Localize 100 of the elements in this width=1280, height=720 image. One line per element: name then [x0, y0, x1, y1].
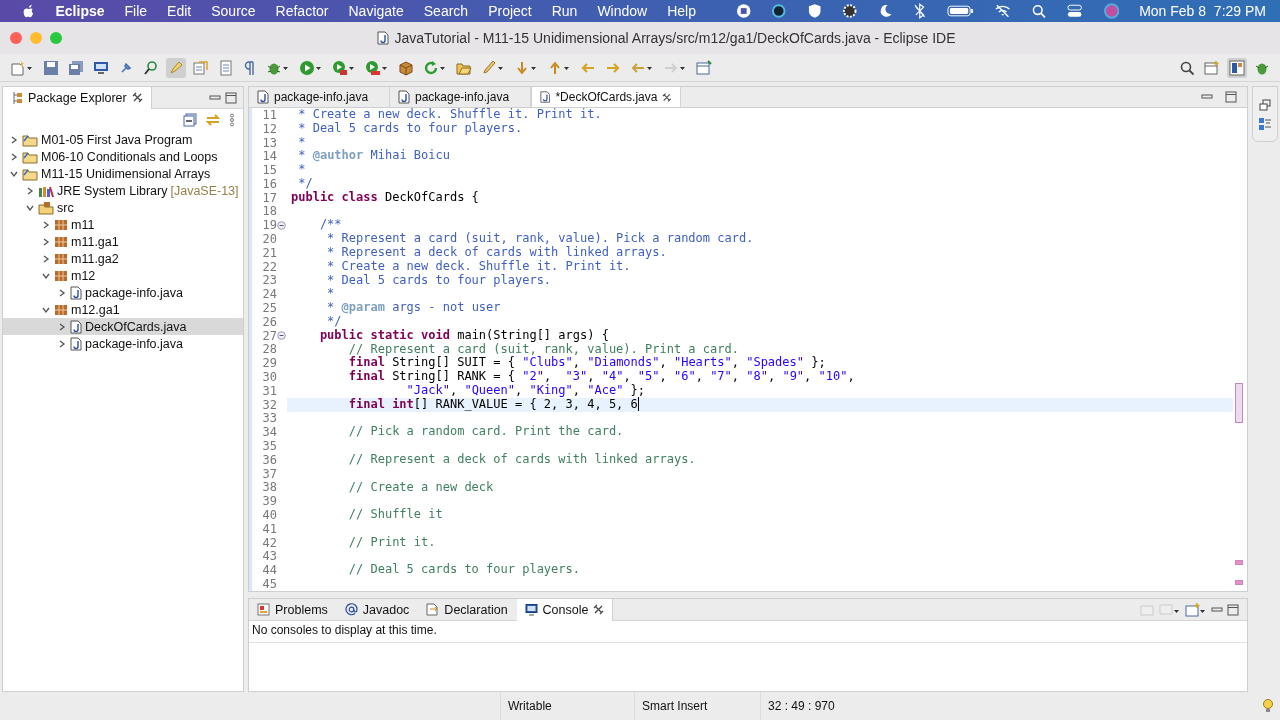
external-tools-icon[interactable] — [365, 59, 389, 76]
chevron-right-icon[interactable] — [41, 219, 51, 230]
editor-tab[interactable]: *DeckOfCards.java — [531, 87, 681, 107]
chevron-right-icon[interactable] — [41, 253, 51, 264]
scrollbar-thumb[interactable] — [1235, 383, 1243, 423]
brush-icon[interactable] — [481, 59, 505, 76]
menu-item[interactable]: Project — [488, 3, 532, 19]
tree-item[interactable]: package-info.java — [3, 335, 243, 352]
code-line[interactable]: * — [287, 135, 1233, 150]
menu-bar-clock[interactable]: Mon Feb 8 7:29 PM — [1139, 3, 1266, 19]
search-icon[interactable] — [1030, 3, 1047, 19]
code-line[interactable]: // Represent a card (suit, rank, value). Print a card. — [287, 342, 1233, 357]
new-window-icon[interactable] — [696, 59, 712, 76]
code-line[interactable]: * Deal 5 cards to four players. — [287, 121, 1233, 136]
panel-tab[interactable]: Javadoc — [336, 598, 419, 621]
close-icon[interactable] — [593, 604, 605, 615]
code-line[interactable]: // Print it. — [287, 535, 1233, 550]
maximize-icon[interactable] — [1225, 91, 1237, 103]
code-line[interactable]: * Create a new deck. Shuffle it. Print it. — [287, 259, 1233, 274]
save-icon[interactable] — [43, 59, 59, 76]
tree-item[interactable]: m11 — [3, 216, 243, 233]
arrow-down-icon[interactable] — [514, 59, 538, 76]
code-line[interactable]: public class DeckOfCards { — [287, 190, 1233, 205]
close-icon[interactable] — [662, 91, 672, 103]
lightbulb-icon[interactable] — [1262, 698, 1274, 714]
arrow-up-icon[interactable] — [547, 59, 571, 76]
collapse-fold-icon[interactable] — [277, 331, 286, 341]
ring-icon[interactable] — [771, 3, 787, 19]
chevron-right-icon[interactable] — [57, 338, 67, 349]
new-file-icon[interactable] — [10, 59, 34, 76]
code-line[interactable]: * @author Mihai Boicu — [287, 149, 1233, 164]
menu-item[interactable]: Window — [597, 3, 648, 19]
code-line[interactable]: // Pick a random card. Print the card. — [287, 425, 1233, 440]
annotation-marker[interactable] — [1235, 580, 1243, 585]
code-line[interactable]: /** — [287, 218, 1233, 233]
view-tab[interactable]: Package Explorer — [3, 86, 152, 109]
tree-item[interactable]: m12 — [3, 267, 243, 284]
code-line[interactable]: * Deal 5 cards to four players. — [287, 273, 1233, 288]
code-line[interactable]: * @param args - not user — [287, 301, 1233, 315]
code-line[interactable]: * — [287, 163, 1233, 177]
chevron-right-icon[interactable] — [9, 151, 19, 162]
menu-item[interactable]: Edit — [167, 3, 192, 19]
menu-item[interactable]: Search — [423, 3, 469, 19]
menu-item[interactable]: File — [124, 3, 148, 19]
menu-item[interactable]: Help — [667, 3, 696, 19]
panel-tab[interactable]: Declaration — [418, 598, 517, 621]
wifi-off-icon[interactable] — [993, 3, 1011, 19]
tree-item[interactable]: JRE System Library [JavaSE-13] — [3, 182, 243, 199]
tree-item[interactable]: m11.ga1 — [3, 233, 243, 250]
collapse-fold-icon[interactable] — [277, 220, 286, 230]
app-menu[interactable]: Eclipse — [55, 3, 105, 19]
chevron-right-icon[interactable] — [57, 287, 67, 298]
code-line[interactable]: // Deal 5 cards to four players. — [287, 563, 1233, 578]
search-icon[interactable] — [1179, 59, 1195, 76]
code-line[interactable]: * Represent a deck of cards with linked arrays. — [287, 245, 1233, 260]
tree-item[interactable]: src — [3, 199, 243, 216]
save-all-icon[interactable] — [68, 59, 84, 76]
tree-item[interactable]: M11-15 Unidimensional Arrays — [3, 165, 243, 182]
code-line[interactable]: "Jack", "Queen", "King", "Ace" }; — [287, 383, 1233, 398]
kebab-menu-icon[interactable] — [229, 113, 235, 127]
apple-logo-icon[interactable] — [22, 3, 36, 19]
tree-item[interactable]: M01-05 First Java Program — [3, 131, 243, 148]
menu-item[interactable]: Navigate — [348, 3, 404, 19]
collapse-all-icon[interactable] — [183, 113, 197, 127]
maximize-icon[interactable] — [225, 91, 237, 104]
code-line[interactable]: * Create a new deck. Shuffle it. Print it. — [287, 108, 1233, 122]
menu-item[interactable]: Run — [551, 3, 578, 19]
gear-icon[interactable] — [842, 3, 858, 19]
code-line[interactable]: // Represent a deck of cards with linked arrays. — [287, 452, 1233, 467]
open-perspective-icon[interactable] — [1204, 59, 1220, 76]
key-search-icon[interactable] — [143, 59, 159, 76]
chevron-right-icon[interactable] — [25, 185, 35, 196]
refresh-icon[interactable] — [423, 59, 447, 76]
code-line[interactable]: // Shuffle it — [287, 508, 1233, 522]
panel-tab[interactable]: Console — [516, 598, 614, 621]
code-line[interactable]: */ — [287, 177, 1233, 191]
outline-icon[interactable] — [1258, 117, 1272, 131]
chevron-right-icon[interactable] — [57, 321, 67, 332]
code-line[interactable]: final String[] SUIT = { "Clubs", "Diamonds", "Hearts", "Spades" }; — [287, 356, 1233, 371]
menu-item[interactable]: Source — [211, 3, 256, 19]
code-line[interactable]: * — [287, 287, 1233, 302]
toggles-icon[interactable] — [1066, 3, 1084, 19]
restore-icon[interactable] — [1259, 99, 1271, 111]
tree-item[interactable]: m11.ga2 — [3, 250, 243, 267]
open-console-icon[interactable] — [1185, 602, 1207, 617]
code-line[interactable]: * Represent a card (suit, rank, value). Pick a random card. — [287, 232, 1233, 246]
bluetooth-off-icon[interactable] — [913, 3, 927, 19]
menu-item[interactable]: Refactor — [275, 3, 329, 19]
pilcrow-icon[interactable] — [243, 59, 257, 76]
code-line[interactable]: final String[] RANK = { "2", "3", "4", "5", "6", "7", "8", "9", "10", — [287, 370, 1233, 384]
run-with-icon[interactable] — [332, 59, 356, 76]
tree-item[interactable]: m12.ga1 — [3, 301, 243, 318]
java-perspective-icon[interactable] — [1229, 59, 1245, 76]
package-box-icon[interactable] — [398, 59, 414, 76]
tree-item[interactable]: M06-10 Conditionals and Loops — [3, 148, 243, 165]
run-icon[interactable] — [299, 59, 323, 76]
maximize-icon[interactable] — [1227, 603, 1239, 616]
code-line[interactable]: // Create a new deck — [287, 480, 1233, 495]
monitor-icon[interactable] — [93, 59, 109, 76]
tree-item[interactable]: package-info.java — [3, 284, 243, 301]
